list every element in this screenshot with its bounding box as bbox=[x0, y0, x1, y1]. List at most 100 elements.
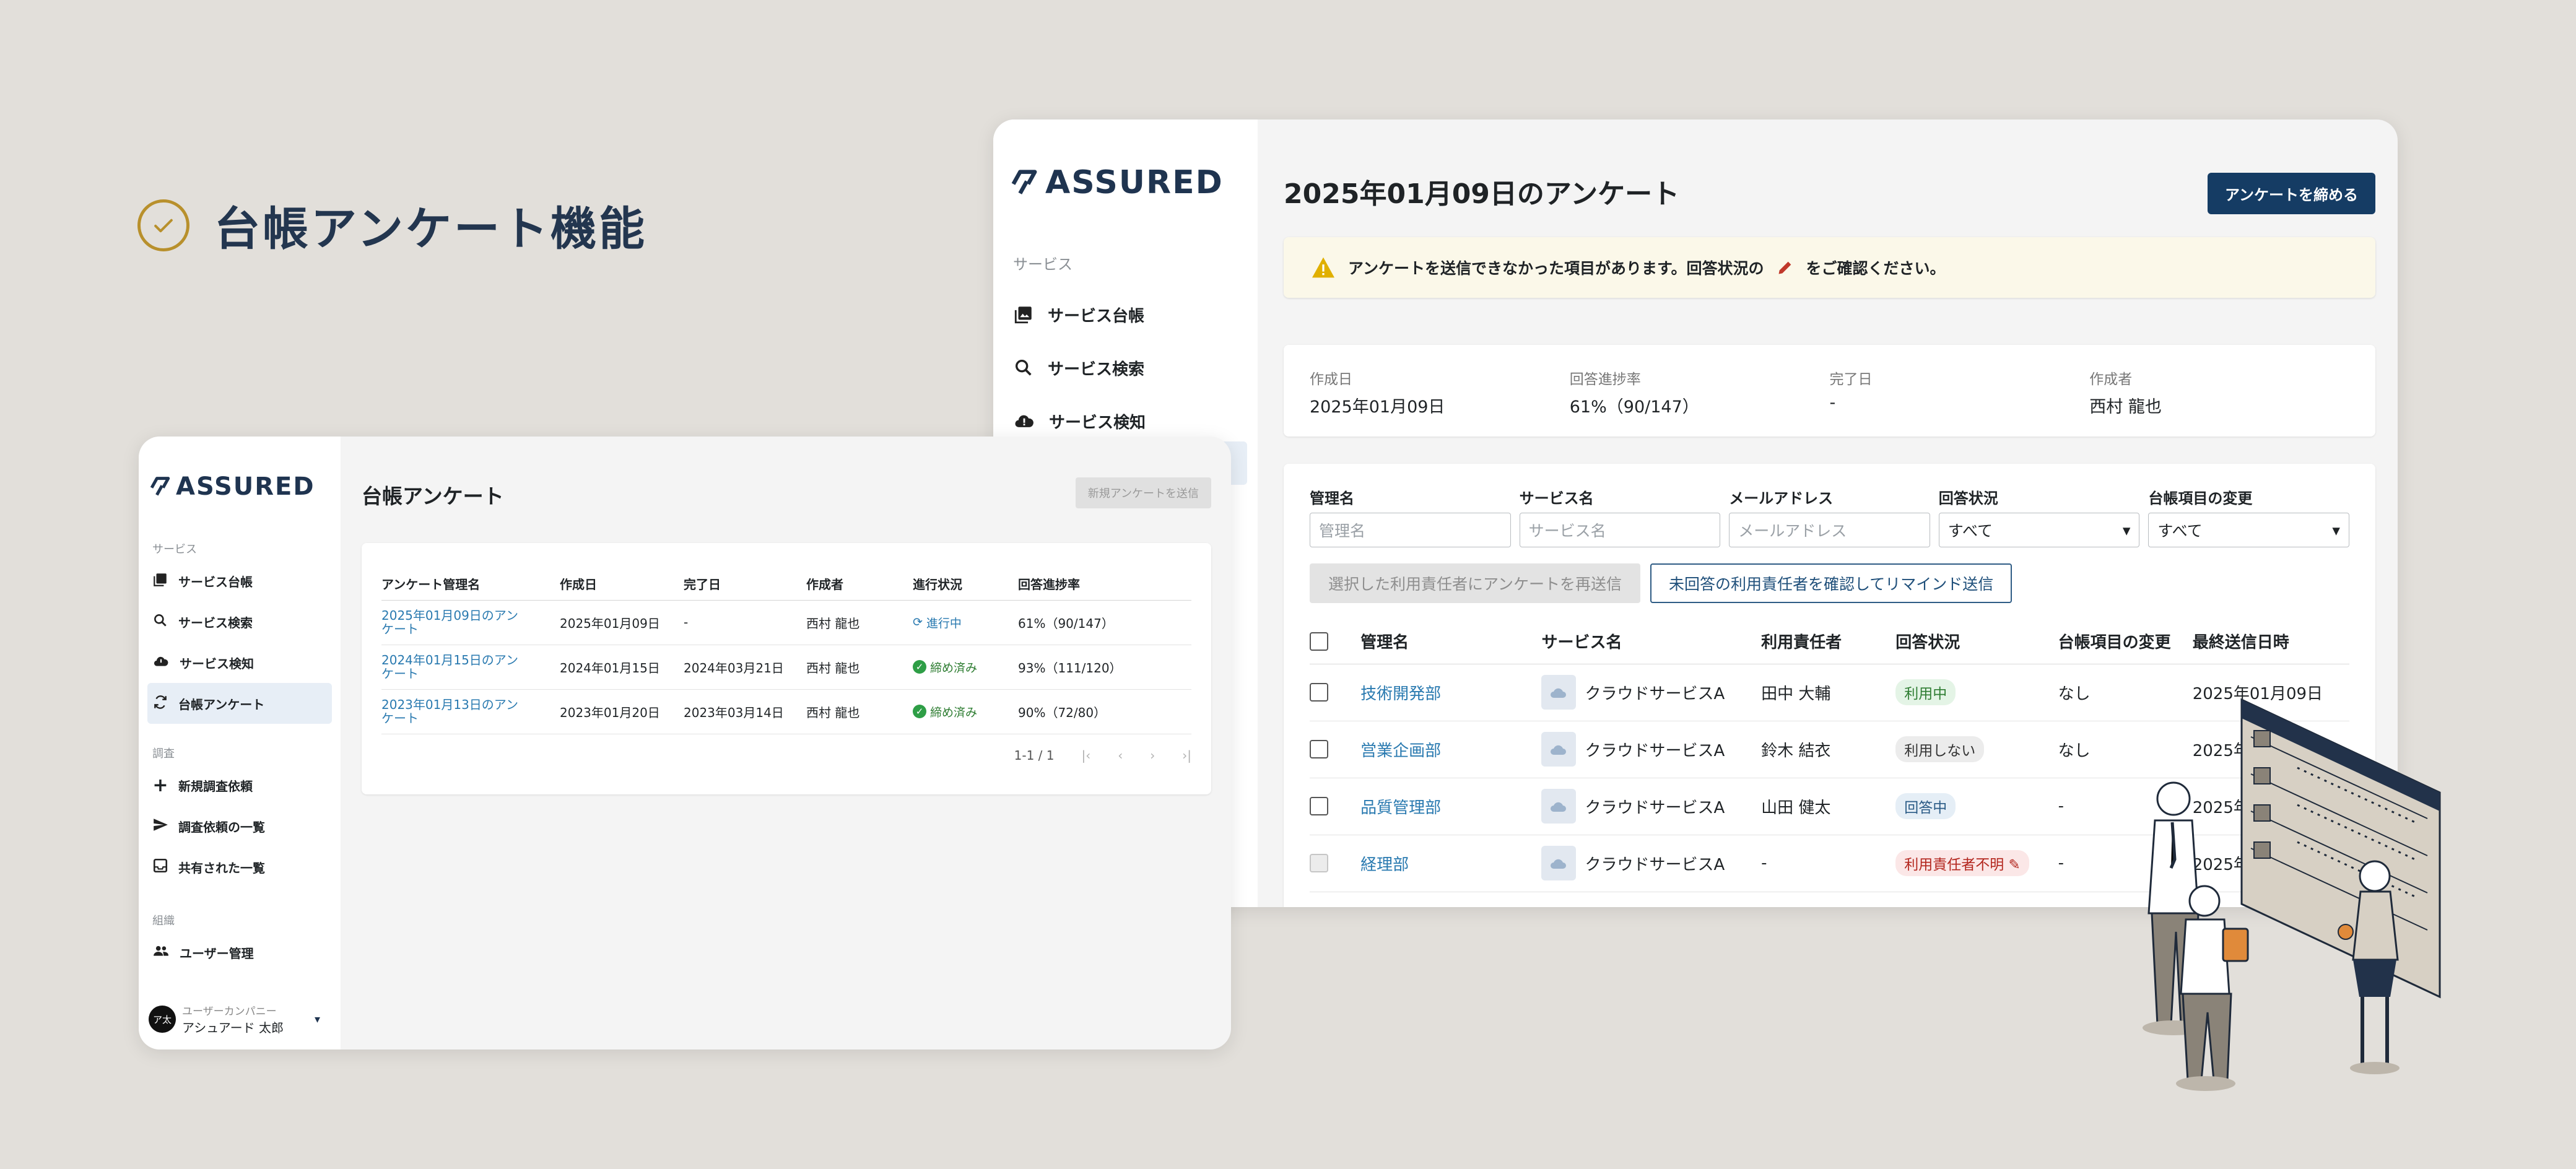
survey-table: アンケート管理名 作成日 完了日 作成者 進行状況 回答進捗率 2025年01月… bbox=[381, 568, 1191, 734]
service-cell: クラウドサービスA bbox=[1541, 721, 1762, 778]
column-header[interactable]: 回答状況 bbox=[1895, 619, 2058, 664]
prev-page-icon[interactable]: ‹ bbox=[1118, 748, 1123, 763]
sidebar-item-ledger-survey[interactable]: 台帳アンケート bbox=[147, 683, 332, 724]
close-survey-button[interactable]: アンケートを締める bbox=[2207, 173, 2375, 214]
row-checkbox bbox=[1310, 854, 1328, 873]
table-row: 2023年01月13日のアンケート 2023年01月20日 2023年03月14… bbox=[381, 689, 1191, 734]
remind-button[interactable]: 未回答の利用責任者を確認してリマインド送信 bbox=[1650, 563, 2012, 603]
row-checkbox[interactable] bbox=[1310, 740, 1328, 759]
last-page-icon[interactable]: ›| bbox=[1182, 748, 1191, 763]
sidebar-item-label: サービス検知 bbox=[180, 656, 254, 671]
next-page-icon[interactable]: › bbox=[1150, 748, 1155, 763]
people-icon bbox=[152, 943, 170, 962]
new-survey-button[interactable]: 新規アンケートを送信 bbox=[1075, 477, 1211, 508]
done-cell: 2024年03月21日 bbox=[684, 645, 806, 690]
dept-cell: 技術開発部 bbox=[1360, 664, 1542, 721]
sidebar-item-service-search[interactable]: サービス検索 bbox=[1011, 341, 1246, 394]
status-cell: ✓ 締め済み bbox=[913, 645, 1018, 690]
dept-cell: 品質管理部 bbox=[1360, 778, 1542, 835]
service: クラウドサービスA bbox=[1541, 732, 1761, 767]
sidebar-nav-org: ユーザー管理 bbox=[147, 932, 332, 973]
sidebar-item-label: サービス台帳 bbox=[178, 574, 253, 589]
filter-response-status: 回答状況 すべて ▾ bbox=[1938, 486, 2140, 547]
sidebar-item-user-management[interactable]: ユーザー管理 bbox=[147, 932, 332, 973]
column-header[interactable]: 管理名 bbox=[1360, 619, 1542, 664]
status-badge: 利用しない bbox=[1895, 736, 1985, 762]
filter-bar: 管理名 管理名 サービス名 サービス名 メールアドレス メールアドレス 回答状況… bbox=[1310, 486, 2349, 547]
feature-headline: 台帳アンケート機能 bbox=[137, 192, 647, 258]
column-header[interactable]: 作成者 bbox=[806, 568, 913, 601]
column-header[interactable]: 完了日 bbox=[684, 568, 806, 601]
survey-link[interactable]: 2025年01月09日のアンケート bbox=[381, 609, 524, 636]
service-name: クラウドサービスA bbox=[1585, 855, 1725, 874]
survey-name-cell: 2023年01月13日のアンケート bbox=[381, 689, 560, 734]
column-header[interactable]: アンケート管理名 bbox=[381, 568, 560, 601]
status-cell: ⟳ 進行中 bbox=[913, 600, 1018, 645]
resend-button[interactable]: 選択した利用責任者にアンケートを再送信 bbox=[1310, 563, 1641, 603]
meta-value: 61%（90/147） bbox=[1569, 398, 1699, 417]
email-input[interactable]: メールアドレス bbox=[1729, 513, 1930, 547]
response-status-select[interactable]: すべて ▾ bbox=[1938, 513, 2140, 547]
ledger-change-select[interactable]: すべて ▾ bbox=[2148, 513, 2349, 547]
column-header[interactable]: 利用責任者 bbox=[1761, 619, 1896, 664]
service-cell: クラウドサービスA bbox=[1541, 664, 1762, 721]
done-cell: - bbox=[684, 600, 806, 645]
sidebar-item-research-list[interactable]: 調査依頼の一覧 bbox=[147, 806, 332, 846]
owner-cell: 田中 大輔 bbox=[1761, 664, 1896, 721]
meta-author: 作成者 西村 龍也 bbox=[2089, 367, 2349, 417]
service-name-input[interactable]: サービス名 bbox=[1519, 513, 1721, 547]
dept-link[interactable]: 品質管理部 bbox=[1360, 799, 1441, 817]
sidebar-item-service-ledger[interactable]: サービス台帳 bbox=[1011, 288, 1246, 341]
created-cell: 2023年01月20日 bbox=[560, 689, 684, 734]
send-icon bbox=[152, 817, 168, 836]
meta-created: 作成日 2025年01月09日 bbox=[1310, 367, 1570, 417]
rate-cell: 90%（72/80） bbox=[1018, 689, 1191, 734]
sidebar-item-service-search[interactable]: サービス検索 bbox=[147, 601, 332, 642]
meta-value: - bbox=[1829, 393, 1836, 412]
feature-title: 台帳アンケート機能 bbox=[214, 202, 648, 256]
survey-meta-card: 作成日 2025年01月09日 回答進捗率 61%（90/147） 完了日 - 作成者… bbox=[1284, 345, 2375, 437]
sidebar-item-new-research[interactable]: + 新規調査依頼 bbox=[147, 765, 332, 806]
dept-link[interactable]: 営業企画部 bbox=[1360, 742, 1441, 760]
column-header[interactable]: 回答進捗率 bbox=[1018, 568, 1191, 601]
sync-icon bbox=[152, 694, 168, 713]
author-cell: 西村 龍也 bbox=[806, 689, 913, 734]
dept-cell: 営業企画部 bbox=[1360, 721, 1542, 778]
select-all-checkbox[interactable] bbox=[1310, 632, 1328, 651]
logo-text: ASSURED bbox=[176, 472, 315, 501]
survey-link[interactable]: 2023年01月13日のアンケート bbox=[381, 698, 524, 725]
row-checkbox[interactable] bbox=[1310, 683, 1328, 702]
column-header[interactable]: 最終送信日時 bbox=[2192, 619, 2349, 664]
alert-text-after: をご確認ください。 bbox=[1806, 259, 1946, 277]
table-header: アンケート管理名 作成日 完了日 作成者 進行状況 回答進捗率 bbox=[381, 568, 1191, 601]
inbox-icon bbox=[152, 858, 168, 877]
meta-label: 作成日 bbox=[1310, 372, 1352, 388]
sidebar-item-service-ledger[interactable]: サービス台帳 bbox=[147, 560, 332, 601]
column-header[interactable]: 進行状況 bbox=[913, 568, 1018, 601]
dept-link[interactable]: 技術開発部 bbox=[1360, 685, 1441, 703]
column-header[interactable]: 台帳項目の変更 bbox=[2058, 619, 2193, 664]
rate-cell: 61%（90/147） bbox=[1018, 600, 1191, 645]
survey-name-cell: 2025年01月09日のアンケート bbox=[381, 600, 560, 645]
logo-text: ASSURED bbox=[1045, 164, 1224, 201]
row-checkbox[interactable] bbox=[1310, 797, 1328, 816]
survey-link[interactable]: 2024年01月15日のアンケート bbox=[381, 653, 524, 680]
user-company: ユーザーカンパニー bbox=[182, 1006, 277, 1018]
sidebar-item-service-detection[interactable]: サービス検知 bbox=[147, 642, 332, 683]
survey-name-cell: 2024年01月15日のアンケート bbox=[381, 645, 560, 690]
status-badge[interactable]: 利用責任者不明 ✎ bbox=[1895, 850, 2029, 876]
first-page-icon[interactable]: |‹ bbox=[1082, 748, 1091, 763]
service: クラウドサービスA bbox=[1541, 846, 1761, 880]
sidebar-item-label: サービス検索 bbox=[1048, 360, 1145, 379]
column-header[interactable]: 作成日 bbox=[560, 568, 684, 601]
user-menu[interactable]: ア太 ユーザーカンパニー アシュアード 太郎 ▾ bbox=[149, 1002, 320, 1036]
avatar: ア太 bbox=[149, 1006, 176, 1033]
sidebar-item-shared-list[interactable]: 共有された一覧 bbox=[147, 846, 332, 887]
warning-icon bbox=[1312, 257, 1334, 278]
search-icon bbox=[1013, 357, 1034, 378]
management-name-input[interactable]: 管理名 bbox=[1310, 513, 1511, 547]
dept-link[interactable]: 経理部 bbox=[1360, 856, 1409, 874]
column-header[interactable]: サービス名 bbox=[1541, 619, 1762, 664]
owner-cell: 鈴木 結衣 bbox=[1761, 721, 1896, 778]
service-name: クラウドサービスA bbox=[1585, 684, 1725, 703]
